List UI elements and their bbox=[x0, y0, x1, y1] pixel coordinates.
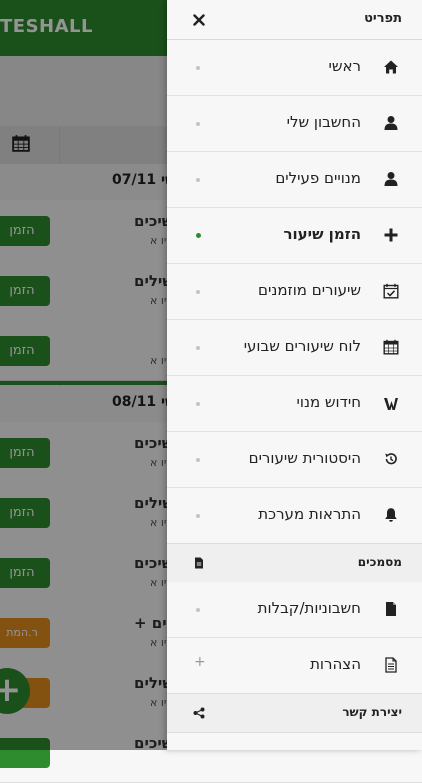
plus-icon bbox=[384, 228, 398, 242]
section-contact[interactable]: יצירת קשר bbox=[167, 693, 422, 733]
menu-item-lesson-history[interactable]: היסטורית שיעורים bbox=[167, 432, 422, 488]
menu-item-renew-subscription[interactable]: חידוש מנוי bbox=[167, 376, 422, 432]
menu-item-declarations[interactable]: הצהרות + bbox=[167, 638, 422, 694]
calendar-icon bbox=[383, 339, 399, 355]
file-text-icon bbox=[385, 657, 397, 673]
calendar-check-icon bbox=[383, 283, 399, 299]
status-dot bbox=[196, 402, 200, 406]
document-icon bbox=[195, 557, 203, 569]
drawer-header: תפריט bbox=[167, 0, 422, 40]
user-icon bbox=[384, 172, 398, 186]
history-icon bbox=[385, 453, 397, 465]
menu-item-system-notifications[interactable]: התראות מערכת bbox=[167, 488, 422, 544]
section-documents: מסמכים bbox=[167, 543, 422, 583]
status-dot bbox=[196, 66, 200, 70]
status-dot bbox=[196, 458, 200, 462]
status-dot bbox=[196, 178, 200, 182]
status-dot bbox=[196, 346, 200, 350]
menu-item-book-lesson[interactable]: הזמן שיעור bbox=[167, 208, 422, 264]
home-icon bbox=[384, 60, 398, 74]
status-dot bbox=[196, 233, 201, 238]
menu-item-booked-lessons[interactable]: שיעורים מוזמנים bbox=[167, 264, 422, 320]
bell-icon bbox=[385, 508, 397, 522]
share-icon bbox=[193, 707, 205, 719]
file-icon bbox=[386, 602, 396, 616]
expand-plus-icon[interactable]: + bbox=[194, 655, 206, 669]
menu-item-invoices-receipts[interactable]: חשבוניות/קבלות bbox=[167, 582, 422, 638]
status-dot bbox=[196, 290, 200, 294]
menu-item-home[interactable]: ראשי bbox=[167, 40, 422, 96]
status-dot bbox=[196, 514, 200, 518]
drawer-title: תפריט bbox=[364, 11, 402, 26]
user-icon bbox=[384, 116, 398, 130]
menu-item-active-subscriptions[interactable]: מנויים פעילים bbox=[167, 152, 422, 208]
status-dot bbox=[196, 122, 200, 126]
side-drawer: תפריט ראשי החשבון שלי מנויים פעילים הזמן… bbox=[167, 0, 422, 750]
close-icon[interactable] bbox=[193, 14, 205, 26]
menu-item-my-account[interactable]: החשבון שלי bbox=[167, 96, 422, 152]
renew-icon bbox=[384, 398, 398, 410]
status-dot bbox=[196, 608, 200, 612]
menu-item-weekly-schedule[interactable]: לוח שיעורים שבועי bbox=[167, 320, 422, 376]
